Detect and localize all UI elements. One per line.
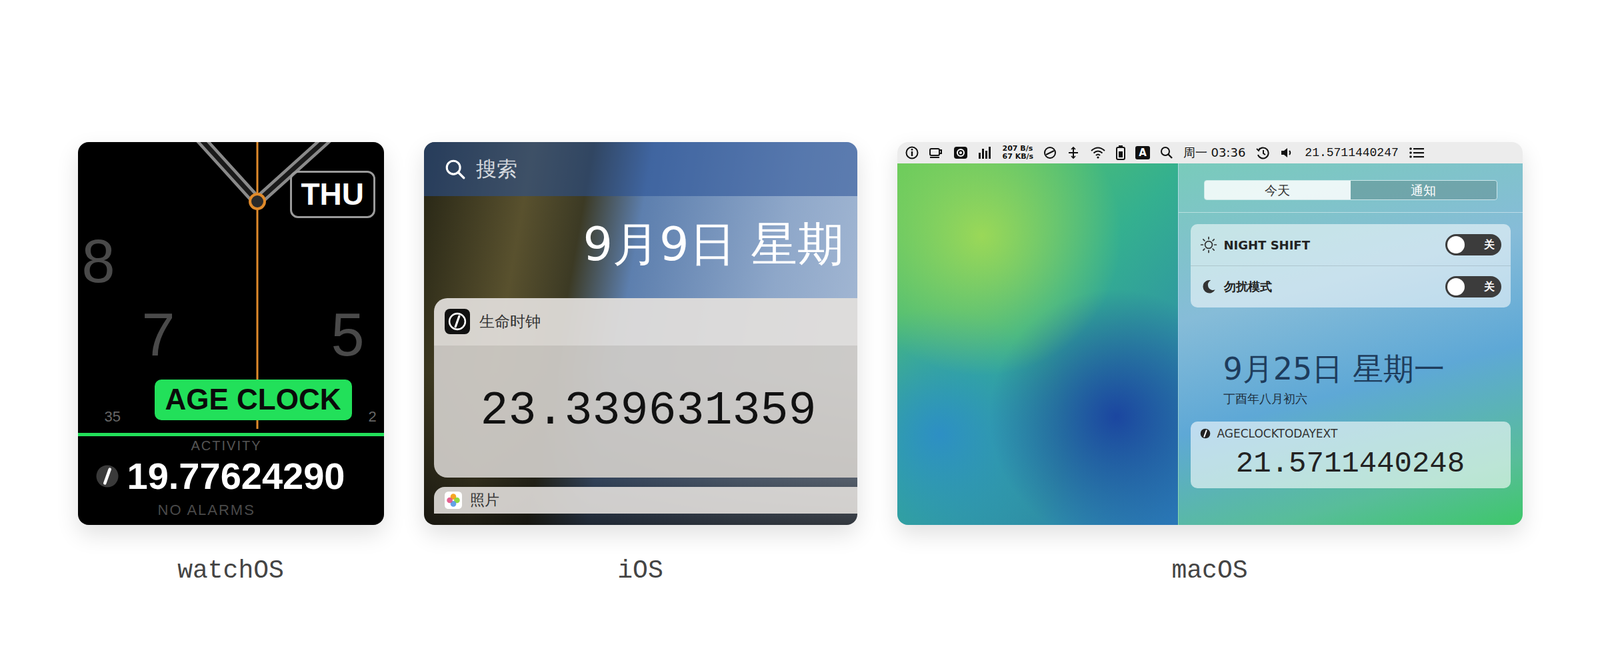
toggle-switch[interactable]: 关 xyxy=(1445,234,1502,256)
menu-age-clock[interactable]: 21.5711440247 xyxy=(1304,146,1398,160)
dial-numeral: 5 xyxy=(331,302,365,368)
photos-widget[interactable]: 照片 xyxy=(434,486,858,514)
network-speed[interactable]: 207 B/s67 KB/s xyxy=(1002,144,1034,160)
age-clock-logo-icon xyxy=(1200,428,1211,439)
toggle-switch[interactable]: 关 xyxy=(1445,276,1502,298)
dial-numeral: 8 xyxy=(82,228,116,295)
screen-record-icon[interactable] xyxy=(953,146,968,160)
today-date: 9月9日 星期 xyxy=(424,217,858,272)
sun-icon xyxy=(1200,236,1218,254)
ios-shot: 搜索 9月9日 星期生命时钟 23.339631359 照片 iOS xyxy=(424,142,858,586)
spotlight-icon[interactable] xyxy=(1160,146,1174,160)
activity-complication: ACTIVITY xyxy=(191,438,262,453)
widget-body: 23.339631359 xyxy=(434,345,858,478)
age-clock-widget[interactable]: 生命时钟 23.339631359 xyxy=(434,298,858,478)
age-clock-logo-icon xyxy=(95,464,120,488)
today-date: 9月25日 星期一 xyxy=(1223,351,1523,387)
notification-list-icon[interactable] xyxy=(1408,146,1425,160)
search-field[interactable]: 搜索 xyxy=(424,142,858,196)
age-complication[interactable]: 19.77624290 xyxy=(95,455,346,497)
search-icon xyxy=(444,158,467,181)
desktop: 今天通知NIGHT SHIFT关勿扰模式关9月25日 星期一丁酉年八月初六AGE… xyxy=(897,163,1523,525)
switch-knob xyxy=(1447,236,1465,254)
ios-screenshot: 搜索 9月9日 星期生命时钟 23.339631359 照片 xyxy=(424,142,858,525)
download-speed: 67 KB/s xyxy=(1002,152,1034,161)
toggle-label: NIGHT SHIFT xyxy=(1224,238,1439,252)
widget-title: 生命时钟 xyxy=(479,311,541,332)
age-value: 21.5711440248 xyxy=(1200,446,1502,481)
toggle-label: 勿扰模式 xyxy=(1224,278,1439,295)
info-icon[interactable] xyxy=(905,146,919,160)
mac-shot: 207 B/s67 KB/s A 周一 03:36 21.5711440247 今天通知… xyxy=(897,142,1523,586)
widget-header: AGECLOCKTODAYEXT xyxy=(1200,426,1502,440)
age-clock-app-icon xyxy=(444,308,470,334)
platform-caption: macOS xyxy=(1171,555,1248,586)
move-arrows-icon[interactable] xyxy=(1066,146,1080,160)
switch-state: 关 xyxy=(1484,280,1495,294)
photos-app-icon xyxy=(444,491,462,509)
platform-caption: watchOS xyxy=(177,555,284,586)
wifi-icon[interactable] xyxy=(1090,146,1106,160)
showcase-page: THU 87 5 35 2 AGE CLOCK ACTIVITY 19.77624290 NO … xyxy=(0,0,1600,667)
upload-speed: 207 B/s xyxy=(1002,144,1034,153)
input-source[interactable]: A xyxy=(1135,146,1150,160)
age-value: 23.339631359 xyxy=(480,384,817,438)
toggle-row: 勿扰模式 关 xyxy=(1190,265,1511,308)
menu-clock[interactable]: 周一 03:36 xyxy=(1183,144,1246,161)
widget-title: 照片 xyxy=(470,490,500,510)
switch-state: 关 xyxy=(1484,238,1495,252)
nc-tabs: 今天通知 xyxy=(1204,180,1498,200)
age-clock-widget[interactable]: AGECLOCKTODAYEXT 21.5711440248 xyxy=(1190,421,1511,489)
switch-knob xyxy=(1447,278,1465,296)
watch-screenshot: THU 87 5 35 2 AGE CLOCK ACTIVITY 19.77624290 NO … xyxy=(78,142,384,525)
nc-tab[interactable]: 通知 xyxy=(1350,180,1497,200)
widget-title: AGECLOCKTODAYEXT xyxy=(1217,426,1338,440)
widget-header: 生命时钟 xyxy=(434,298,858,346)
notification-center: 今天通知NIGHT SHIFT关勿扰模式关9月25日 星期一丁酉年八月初六AGE… xyxy=(1178,163,1523,525)
dial-mark: 35 xyxy=(104,408,121,425)
lunar-date: 丁酉年八月初六 xyxy=(1223,390,1523,407)
wallpaper xyxy=(897,163,1178,525)
dial-mark: 2 xyxy=(368,408,377,425)
search-placeholder: 搜索 xyxy=(476,155,518,184)
platform-caption: iOS xyxy=(617,555,663,586)
divider-line xyxy=(78,432,384,436)
dial-numeral: 7 xyxy=(142,302,176,368)
moon-icon xyxy=(1200,278,1218,296)
alarm-complication: NO ALARMS xyxy=(158,502,256,518)
volume-icon[interactable] xyxy=(1280,146,1295,160)
separator xyxy=(1178,212,1523,213)
day-complication: THU xyxy=(290,170,376,218)
toggle-card: NIGHT SHIFT关勿扰模式关 xyxy=(1190,224,1511,308)
cup-icon[interactable] xyxy=(928,146,944,160)
toggle-row: NIGHT SHIFT 关 xyxy=(1190,224,1511,266)
mac-screenshot: 207 B/s67 KB/s A 周一 03:36 21.5711440247 今天通知… xyxy=(897,142,1523,525)
age-value: 19.77624290 xyxy=(127,455,346,497)
watch-shot: THU 87 5 35 2 AGE CLOCK ACTIVITY 19.77624290 NO … xyxy=(78,142,384,586)
app-badge: AGE CLOCK xyxy=(154,379,352,420)
time-machine-icon[interactable] xyxy=(1255,146,1270,160)
audio-levels-icon[interactable] xyxy=(978,146,993,160)
menu-bar: 207 B/s67 KB/s A 周一 03:36 21.5711440247 xyxy=(897,142,1523,164)
blocked-circle-icon[interactable] xyxy=(1043,146,1057,160)
battery-icon[interactable] xyxy=(1116,145,1126,160)
nc-tab[interactable]: 今天 xyxy=(1204,180,1351,200)
